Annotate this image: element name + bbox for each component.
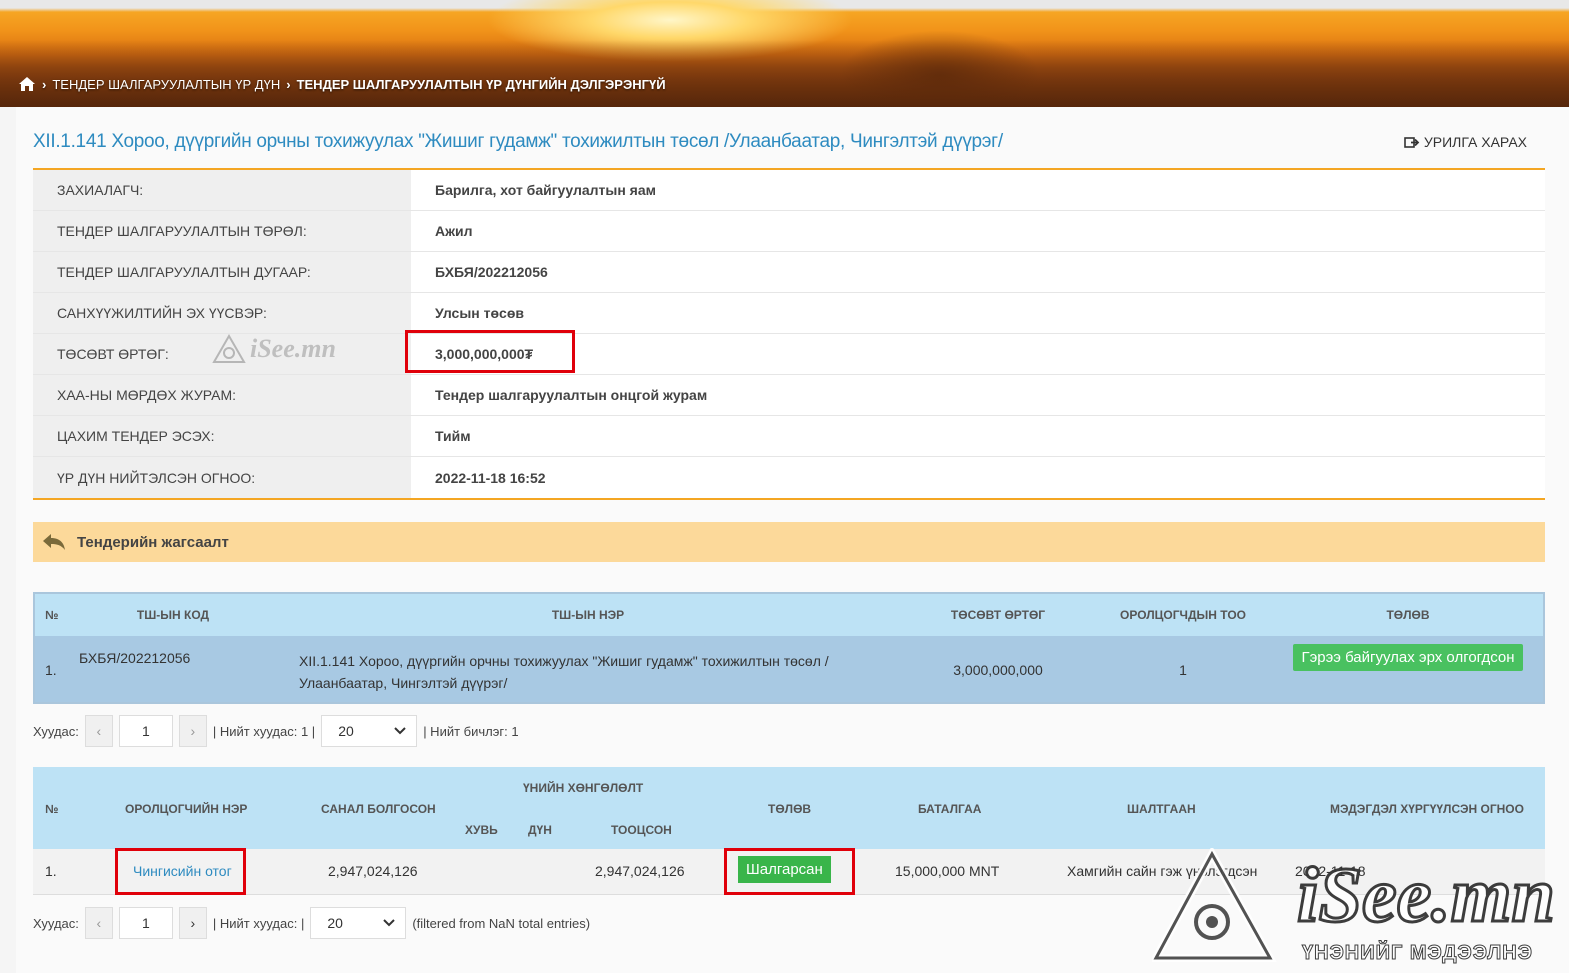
next-page-button[interactable]: › [178,715,207,747]
breadcrumb-item-current: ТЕНДЕР ШАЛГАРУУЛАЛТЫН ҮР ДҮНГИЙН ДЭЛГЭРЭ… [296,76,666,92]
participant-highlight-box [115,848,246,895]
col-header-status: ТӨЛӨВ [768,802,812,816]
next-page-button[interactable]: › [178,907,207,939]
cell-calculated: 2,947,024,126 [595,863,685,879]
page-size-select[interactable]: 20 [321,715,418,747]
watermark-brand: iSee.mn [1296,850,1557,940]
col-header-amount: ДҮН [528,823,552,837]
info-label: ХАА-НЫ МӨРДӨХ ЖУРАМ: [33,375,411,415]
table-header-row: № ТШ-ЫН КОД ТШ-ЫН НЭР ТӨСӨВТ ӨРТӨГ ОРОЛЦ… [35,594,1543,636]
breadcrumb-separator: › [286,76,291,92]
info-label: ТЕНДЕР ШАЛГАРУУЛАЛТЫН ТӨРӨЛ: [33,211,411,251]
home-icon[interactable] [18,76,36,92]
info-value: Ажил [411,211,1545,251]
info-value: Тийм [411,416,1545,456]
total-pages-text: | Нийт хуудас: | [212,915,305,931]
info-value: 3,000,000,000₮ [411,334,1545,374]
tender-table: № ТШ-ЫН КОД ТШ-ЫН НЭР ТӨСӨВТ ӨРТӨГ ОРОЛЦ… [33,592,1545,704]
filtered-info-text: (filtered from NaN total entries) [412,915,591,931]
info-value: Тендер шалгаруулалтын онцгой журам [411,375,1545,415]
col-header-no: № [45,802,59,816]
watermark-large: iSee.mn ҮНЭНИЙГ МЭДЭЭЛНЭ [1149,845,1562,973]
total-records-text: | Нийт бичлэг: 1 [423,723,519,739]
col-header-reason: ШАЛТГААН [1127,802,1196,816]
cell-name: XII.1.141 Хороо, дүүргийн орчны тохижуул… [299,653,829,691]
chevron-down-icon [383,919,396,927]
watermark-small: iSee.mn [212,334,336,364]
total-pages-text: | Нийт хуудас: 1 | [212,723,316,739]
prev-page-button[interactable]: ‹ [84,907,113,939]
info-label: ЗАХИАЛАГЧ: [33,170,411,210]
section-title: Тендерийн жагсаалт [77,533,229,551]
cell-guarantee: 15,000,000 MNT [895,863,1000,879]
col-header-status: ТӨЛӨВ [1386,608,1430,622]
info-label: ЦАХИМ ТЕНДЕР ЭСЭХ: [33,416,411,456]
col-header-percent: ХУВЬ [465,823,498,837]
page-number-input[interactable]: 1 [118,715,173,747]
info-label: ҮР ДҮН НИЙТЭЛСЭН ОГНОО: [33,457,411,498]
chevron-down-icon [394,727,406,735]
status-badge: Гэрээ байгуулах эрх олгогдсон [1293,644,1523,671]
col-header-notify-date: МЭДЭГДЭЛ ХҮРГҮҮЛСЭН ОГНОО [1330,802,1524,816]
cell-no: 1. [45,863,57,879]
col-header-participants: ОРОЛЦОГЧДЫН ТОО [1120,608,1246,622]
pager-label: Хуудас: [33,723,79,739]
cell-participants: 1 [1179,662,1187,678]
isee-logo-icon [212,334,246,363]
info-label: САНХҮҮЖИЛТИЙН ЭХ ҮҮСВЭР: [33,293,411,333]
breadcrumb: › ТЕНДЕР ШАЛГАРУУЛАЛТЫН ҮР ДҮН › ТЕНДЕР … [18,76,666,92]
breadcrumb-item-results[interactable]: ТЕНДЕР ШАЛГАРУУЛАЛТЫН ҮР ДҮН [52,77,280,92]
info-row: САНХҮҮЖИЛТИЙН ЭХ ҮҮСВЭР: Улсын төсөв [33,293,1545,334]
page-size-value: 20 [338,723,354,739]
col-header-no: № [45,608,59,622]
cell-code: БХБЯ/202212056 [79,650,191,666]
col-header-code: ТШ-ЫН КОД [136,608,210,622]
info-value: Барилга, хот байгуулалтын яам [411,170,1545,210]
info-row: ЗАХИАЛАГЧ: Барилга, хот байгуулалтын яам [33,170,1545,211]
page-size-select[interactable]: 20 [310,907,407,939]
info-row: ТЕНДЕР ШАЛГАРУУЛАЛТЫН ДУГААР: БХБЯ/202212… [33,252,1545,293]
table-row[interactable]: 1. БХБЯ/202212056 XII.1.141 Хороо, дүүрг… [35,636,1543,702]
budget-highlight-box [405,330,575,373]
pager-participants: Хуудас: ‹ 1 › | Нийт хуудас: | 20 (filte… [33,907,590,939]
reply-arrow-icon [43,534,65,550]
prev-page-button[interactable]: ‹ [84,715,113,747]
col-header-guarantee: БАТАЛГАА [918,802,982,816]
header-banner: › ТЕНДЕР ШАЛГАРУУЛАЛТЫН ҮР ДҮН › ТЕНДЕР … [0,0,1569,107]
page-size-value: 20 [327,915,343,931]
tender-list-header: Тендерийн жагсаалт [33,522,1545,562]
info-row: ТЕНДЕР ШАЛГАРУУЛАЛТЫН ТӨРӨЛ: Ажил [33,211,1545,252]
view-invitation-link[interactable]: УРИЛГА ХАРАХ [1404,134,1527,150]
watermark-brand-small: iSee.mn [250,334,336,363]
banner-landscape [0,40,1569,107]
col-header-calculated: ТООЦСОН [611,823,672,837]
status-highlight-box [724,848,855,895]
external-link-icon [1404,136,1420,148]
view-invitation-label: УРИЛГА ХАРАХ [1423,134,1527,150]
info-label: ТЕНДЕР ШАЛГАРУУЛАЛТЫН ДУГААР: [33,252,411,292]
info-row: ҮР ДҮН НИЙТЭЛСЭН ОГНОО: 2022-11-18 16:52 [33,457,1545,498]
col-header-name: ТШ-ЫН НЭР [551,608,625,622]
col-header-offer: САНАЛ БОЛГОСОН [321,802,436,816]
cell-status: Гэрээ байгуулах эрх олгогдсон [1273,636,1543,702]
cell-budget: 3,000,000,000 [953,662,1043,678]
page-number-input[interactable]: 1 [118,907,173,939]
info-value: Улсын төсөв [411,293,1545,333]
info-value: БХБЯ/202212056 [411,252,1545,292]
pager-tenders: Хуудас: ‹ 1 › | Нийт хуудас: 1 | 20 | Ни… [33,715,519,747]
info-row: ХАА-НЫ МӨРДӨХ ЖУРАМ: Тендер шалгаруулалты… [33,375,1545,416]
cell-no: 1. [45,662,57,678]
info-row: ЦАХИМ ТЕНДЕР ЭСЭХ: Тийм [33,416,1545,457]
breadcrumb-separator: › [42,76,47,92]
pager-label: Хуудас: [33,915,79,931]
col-header-discount: ҮНИЙН ХӨНГӨЛӨЛТ [523,781,644,795]
col-header-budget: ТӨСӨВТ ӨРТӨГ [950,608,1046,622]
col-header-name: ОРОЛЦОГЧИЙН НЭР [125,802,248,816]
page-title: XII.1.141 Хороо, дүүргийн орчны тохижуул… [33,131,1003,152]
info-value: 2022-11-18 16:52 [411,457,1545,498]
table-header-row: № ОРОЛЦОГЧИЙН НЭР САНАЛ БОЛГОСОН ҮНИЙН Х… [33,767,1545,849]
cell-offer: 2,947,024,126 [328,863,418,879]
watermark-slogan: ҮНЭНИЙГ МЭДЭЭЛНЭ [1302,942,1533,965]
